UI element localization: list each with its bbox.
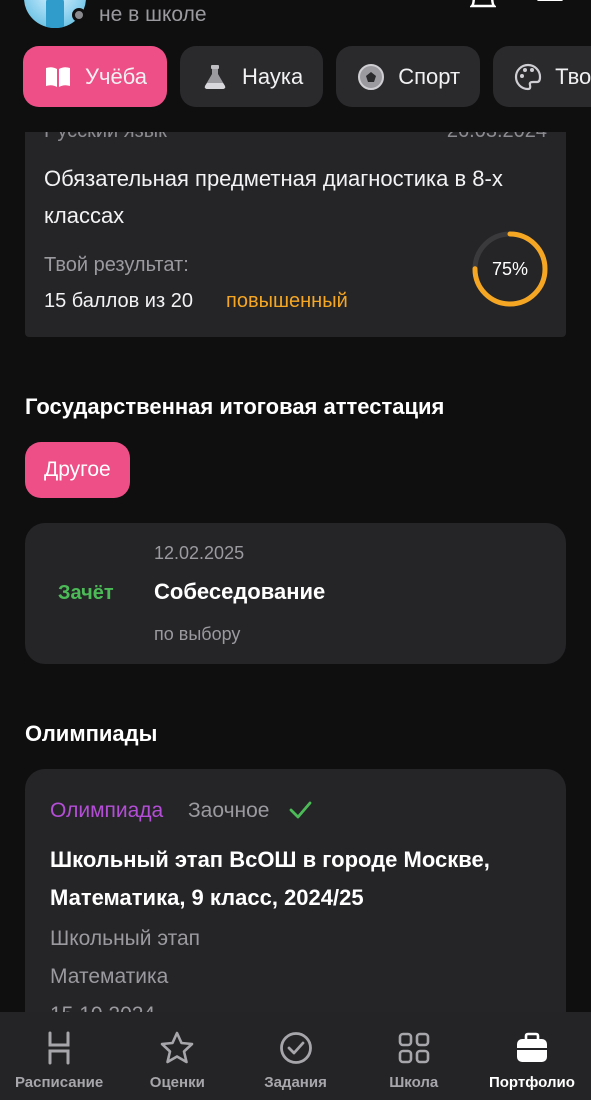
presence-status: не в школе bbox=[99, 3, 207, 26]
tab-label: Тво bbox=[555, 63, 591, 89]
star-icon bbox=[160, 1031, 194, 1064]
result-label: Твой результат: bbox=[44, 254, 189, 276]
palette-icon bbox=[515, 63, 542, 90]
olympiad-title: Школьный этап ВсОШ в городе Москве, Мате… bbox=[50, 847, 490, 910]
nav-label: Портфолио bbox=[488, 1074, 575, 1091]
result-level: повышенный bbox=[226, 290, 348, 312]
olympiad-mode: Заочное bbox=[188, 799, 270, 822]
section-title-olympiads: Олимпиады bbox=[25, 721, 158, 746]
diagnostic-title: Обязательная предметная диагностика в 8-… bbox=[44, 166, 503, 228]
result-score: 15 баллов из 20 bbox=[44, 290, 193, 312]
gia-card[interactable]: Зачёт 12.02.2025 Собеседование по выбору bbox=[25, 523, 566, 664]
tab-study[interactable]: Учёба bbox=[23, 46, 168, 107]
bell-icon[interactable] bbox=[470, 0, 496, 8]
book-icon bbox=[46, 66, 70, 87]
briefcase-icon bbox=[516, 1032, 547, 1062]
section-title-gia: Государственная итоговая аттестация bbox=[25, 394, 445, 419]
diagnostic-subject: Русский язык bbox=[44, 132, 167, 143]
top-bar: не в школе bbox=[0, 0, 591, 34]
olympiad-type: Олимпиада bbox=[50, 799, 164, 822]
tab-label: Учёба bbox=[85, 63, 148, 89]
status-badge: Зачёт bbox=[58, 582, 114, 604]
soccer-ball-icon bbox=[358, 63, 385, 90]
progress-percent: 75% bbox=[491, 258, 529, 279]
tab-creativity[interactable]: Тво bbox=[493, 46, 591, 107]
nav-item-schedule[interactable]: Расписание bbox=[0, 1012, 118, 1100]
menu-icon[interactable] bbox=[537, 0, 563, 6]
nav-label: Школа bbox=[389, 1074, 439, 1091]
nav-label: Задания bbox=[264, 1074, 327, 1091]
gia-name: Собеседование bbox=[154, 579, 326, 604]
tab-label: Спорт bbox=[398, 63, 461, 89]
nav-label: Расписание bbox=[14, 1074, 104, 1091]
check-icon bbox=[289, 801, 312, 819]
presence-dot bbox=[72, 8, 86, 22]
tab-science[interactable]: Наука bbox=[180, 46, 324, 107]
category-tabs: Учёба Наука Спорт Тво bbox=[23, 46, 591, 107]
nav-label: Оценки bbox=[149, 1074, 205, 1091]
diagnostic-card-viewport: Русский язык 26.03.2024 Обязательная пре… bbox=[25, 132, 566, 337]
diagnostic-date: 26.03.2024 bbox=[447, 132, 547, 143]
flask-icon bbox=[204, 64, 226, 89]
tab-label: Наука bbox=[242, 63, 304, 89]
nav-item-school[interactable]: Школа bbox=[355, 1012, 473, 1100]
bottom-nav: Расписание Оценки Задания Школа Портфоли… bbox=[0, 1012, 591, 1100]
check-circle-icon bbox=[279, 1032, 312, 1064]
filter-chip-other[interactable]: Другое bbox=[25, 442, 130, 498]
nav-item-tasks[interactable]: Задания bbox=[236, 1012, 354, 1100]
tab-sport[interactable]: Спорт bbox=[336, 46, 481, 107]
olympiad-subject: Математика bbox=[50, 965, 169, 988]
gia-note: по выбору bbox=[154, 624, 241, 644]
nav-item-portfolio[interactable]: Портфолио bbox=[473, 1012, 591, 1100]
grid-icon bbox=[398, 1032, 430, 1064]
schedule-icon bbox=[48, 1031, 70, 1065]
gia-date: 12.02.2025 bbox=[154, 543, 245, 563]
diagnostic-card[interactable]: Русский язык 26.03.2024 Обязательная пре… bbox=[25, 132, 566, 337]
olympiad-stage: Школьный этап bbox=[50, 927, 201, 950]
nav-item-grades[interactable]: Оценки bbox=[118, 1012, 236, 1100]
